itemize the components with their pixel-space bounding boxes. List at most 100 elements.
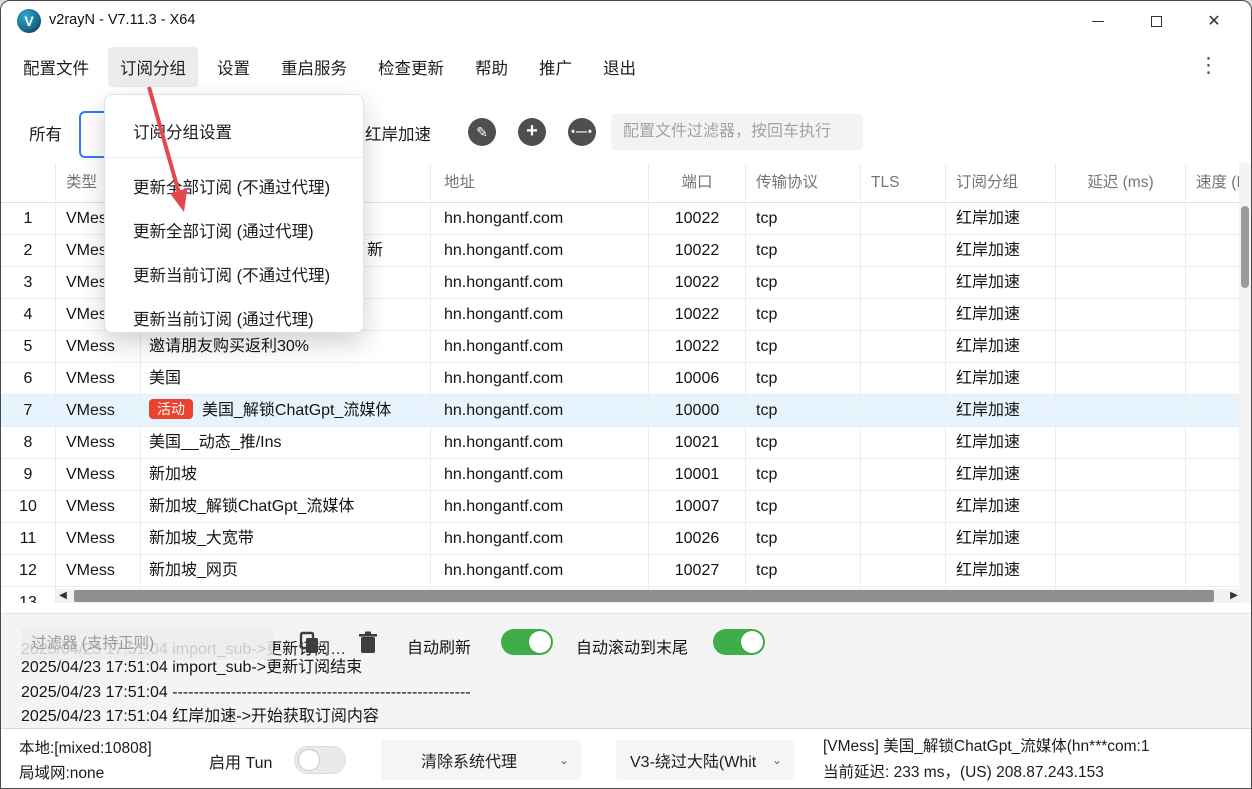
horizontal-scrollbar[interactable]: ◀ ▶ [56, 589, 1241, 603]
cell-type: VMess [56, 427, 141, 459]
cell-protocol: tcp [746, 427, 861, 459]
auto-refresh-toggle[interactable] [501, 629, 553, 655]
scroll-left-icon[interactable]: ◀ [56, 589, 70, 603]
header-address[interactable]: 地址 [431, 163, 649, 203]
cell-remarks: 活动美国_解锁ChatGpt_流媒体 [141, 395, 431, 427]
cell-speed [1186, 363, 1241, 395]
table-row[interactable]: 7VMess活动美国_解锁ChatGpt_流媒体hn.hongantf.com1… [1, 395, 1241, 427]
menu-item-订阅分组[interactable]: 订阅分组 [108, 47, 198, 87]
cell-type: VMess [56, 395, 141, 427]
cell-delay [1056, 363, 1186, 395]
cell-delay [1056, 331, 1186, 363]
cell-port: 10022 [649, 203, 746, 235]
cell-remarks: 新加坡_解锁ChatGpt_流媒体 [141, 491, 431, 523]
cell-index: 3 [1, 267, 56, 299]
vertical-scrollbar[interactable] [1239, 163, 1251, 603]
cell-delay [1056, 235, 1186, 267]
menu-item-设置[interactable]: 设置 [205, 47, 262, 87]
subscription-group-menu: 订阅分组设置更新全部订阅 (不通过代理)更新全部订阅 (通过代理)更新当前订阅 … [104, 94, 364, 333]
table-row[interactable]: 12VMess新加坡_网页hn.hongantf.com10027tcp红岸加速 [1, 555, 1241, 587]
menu-separator [105, 157, 363, 158]
header-group[interactable]: 订阅分组 [946, 163, 1056, 203]
tab-all[interactable]: 所有 [29, 121, 62, 145]
menu-item-订阅分组设置[interactable]: 订阅分组设置 [105, 109, 363, 153]
local-listen: 本地:[mixed:10808] [19, 736, 152, 761]
close-button[interactable]: ✕ [1191, 7, 1237, 37]
menu-item-更新全部订阅 (不通过代理)[interactable]: 更新全部订阅 (不通过代理) [105, 164, 363, 208]
vscroll-thumb[interactable] [1241, 206, 1249, 288]
copy-icon[interactable] [299, 631, 321, 655]
menu-item-重启服务[interactable]: 重启服务 [269, 47, 359, 87]
header-protocol[interactable]: 传输协议 [746, 163, 861, 203]
cell-type: VMess [56, 491, 141, 523]
table-row[interactable]: 11VMess新加坡_大宽带hn.hongantf.com10026tcp红岸加… [1, 523, 1241, 555]
more-icon[interactable]: •—• [568, 118, 596, 146]
active-node-info: [VMess] 美国_解锁ChatGpt_流媒体(hn***com:1 当前延迟… [823, 734, 1149, 786]
menu-item-检查更新[interactable]: 检查更新 [366, 47, 456, 87]
log-filter-input[interactable] [21, 628, 273, 660]
table-row[interactable]: 6VMess美国hn.hongantf.com10006tcp红岸加速 [1, 363, 1241, 395]
cell-index: 7 [1, 395, 56, 427]
cell-index: 12 [1, 555, 56, 587]
log-line: 2025/04/23 17:51:04 --------------------… [21, 681, 471, 706]
cell-speed [1186, 267, 1241, 299]
cell-group: 红岸加速 [946, 523, 1056, 555]
cell-group: 红岸加速 [946, 203, 1056, 235]
header-port[interactable]: 端口 [649, 163, 746, 203]
table-row[interactable]: 9VMess新加坡hn.hongantf.com10001tcp红岸加速 [1, 459, 1241, 491]
kebab-menu-icon[interactable]: ⋮ [1198, 53, 1219, 78]
system-proxy-select[interactable]: 清除系统代理 ⌄ [381, 740, 581, 780]
profile-filter-input[interactable] [611, 114, 863, 150]
cell-protocol: tcp [746, 299, 861, 331]
minimize-button[interactable] [1075, 7, 1121, 37]
cell-group: 红岸加速 [946, 331, 1056, 363]
edit-icon[interactable]: ✎ [468, 118, 496, 146]
cell-tls [861, 523, 946, 555]
header-tls[interactable]: TLS [861, 163, 946, 203]
menu-item-更新当前订阅 (不通过代理)[interactable]: 更新当前订阅 (不通过代理) [105, 252, 363, 296]
hscroll-thumb[interactable] [74, 590, 1214, 602]
menu-item-更新全部订阅 (通过代理)[interactable]: 更新全部订阅 (通过代理) [105, 208, 363, 252]
tab-group[interactable]: 红岸加速 [365, 121, 431, 145]
listen-info: 本地:[mixed:10808] 局域网:none [19, 736, 152, 786]
add-icon[interactable]: + [518, 118, 546, 146]
routing-select[interactable]: V3-绕过大陆(Whit ⌄ [616, 740, 794, 780]
menu-item-配置文件[interactable]: 配置文件 [11, 47, 101, 87]
cell-index: 4 [1, 299, 56, 331]
chevron-down-icon: ⌄ [772, 753, 782, 767]
trash-icon[interactable] [357, 631, 379, 655]
log-panel: 2025/04/23 17:51:04 import_sub->更新订阅… 自动… [1, 613, 1252, 728]
cell-protocol: tcp [746, 203, 861, 235]
cell-remarks: 新加坡_网页 [141, 555, 431, 587]
cell-remarks: 美国 [141, 363, 431, 395]
header-delay[interactable]: 延迟 (ms) [1056, 163, 1186, 203]
lan-listen: 局域网:none [19, 761, 152, 786]
cell-port: 10021 [649, 427, 746, 459]
table-row[interactable]: 10VMess新加坡_解锁ChatGpt_流媒体hn.hongantf.com1… [1, 491, 1241, 523]
table-row[interactable]: 8VMess美国__动态_推/Inshn.hongantf.com10021tc… [1, 427, 1241, 459]
cell-group: 红岸加速 [946, 427, 1056, 459]
cell-index: 8 [1, 427, 56, 459]
maximize-button[interactable] [1133, 7, 1179, 37]
cell-protocol: tcp [746, 235, 861, 267]
cell-speed [1186, 491, 1241, 523]
cell-tls [861, 459, 946, 491]
menu-item-推广[interactable]: 推广 [527, 47, 584, 87]
menu-item-帮助[interactable]: 帮助 [463, 47, 520, 87]
cell-remarks: 新加坡 [141, 459, 431, 491]
menu-item-退出[interactable]: 退出 [591, 47, 648, 87]
cell-port: 10022 [649, 267, 746, 299]
cell-address: hn.hongantf.com [431, 235, 649, 267]
auto-scroll-toggle[interactable] [713, 629, 765, 655]
cell-tls [861, 235, 946, 267]
cell-protocol: tcp [746, 363, 861, 395]
cell-delay [1056, 523, 1186, 555]
tun-toggle[interactable] [294, 746, 346, 774]
cell-index: 2 [1, 235, 56, 267]
header-speed[interactable]: 速度 (M [1186, 163, 1241, 203]
cell-port: 10026 [649, 523, 746, 555]
cell-remarks: 美国__动态_推/Ins [141, 427, 431, 459]
cell-tls [861, 491, 946, 523]
menu-item-更新当前订阅 (通过代理)[interactable]: 更新当前订阅 (通过代理) [105, 296, 363, 340]
cell-speed [1186, 427, 1241, 459]
